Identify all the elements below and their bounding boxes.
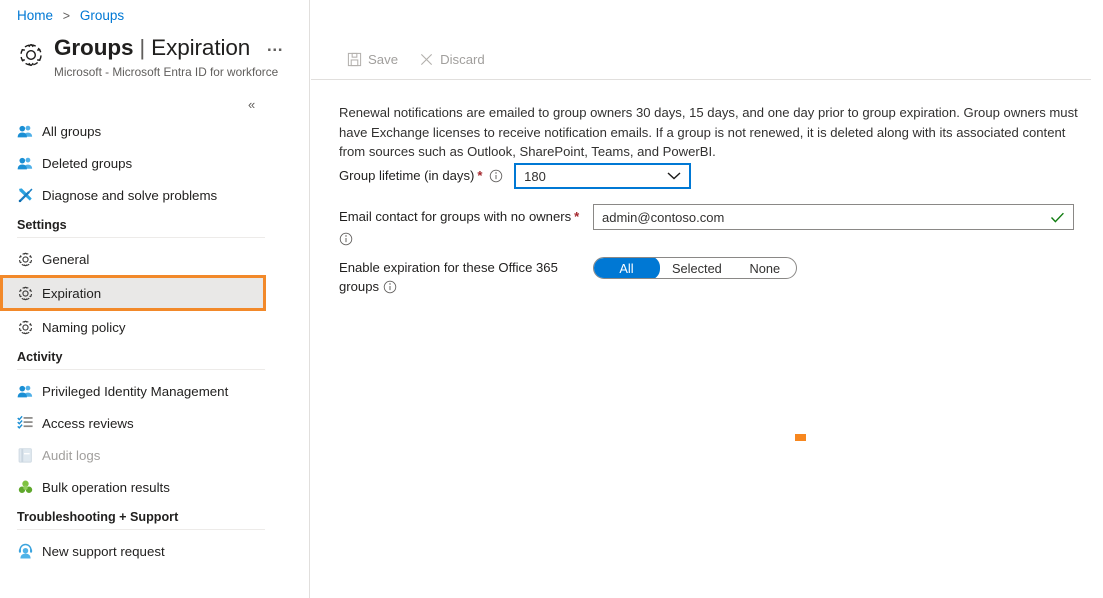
- close-x-icon: [419, 52, 434, 67]
- sidebar-item-label: Access reviews: [42, 415, 134, 431]
- gear-icon: [18, 252, 33, 266]
- divider: [17, 529, 265, 530]
- info-icon[interactable]: [339, 232, 353, 246]
- people-icon: [17, 385, 33, 397]
- sidebar-item-audit-logs: Audit logs: [0, 442, 310, 468]
- sidebar-item-expiration[interactable]: Expiration: [0, 275, 266, 311]
- divider: [17, 237, 265, 238]
- save-button-label: Save: [368, 52, 399, 67]
- choice-selected[interactable]: Selected: [660, 258, 734, 278]
- sidebar-item-label: Diagnose and solve problems: [42, 187, 218, 203]
- group-lifetime-value: 180: [524, 168, 546, 184]
- gear-icon: [17, 319, 34, 336]
- email-contact-input[interactable]: admin@contoso.com: [593, 204, 1074, 230]
- group-lifetime-dropdown[interactable]: 180: [514, 163, 692, 189]
- sidebar-item-access-reviews[interactable]: Access reviews: [0, 410, 310, 436]
- collapse-sidebar-button[interactable]: «: [243, 96, 260, 113]
- annotation-mark: [795, 434, 806, 441]
- sidebar-item-label: Audit logs: [42, 447, 101, 463]
- group-lifetime-label-text: Group lifetime (in days): [339, 168, 475, 183]
- people-icon: [17, 155, 34, 172]
- divider: [17, 369, 265, 370]
- gear-icon: [18, 320, 33, 334]
- save-disk-icon: [347, 52, 362, 67]
- checklist-icon: [17, 415, 34, 432]
- sidebar-item-label: New support request: [42, 543, 165, 559]
- sidebar-item-label: Naming policy: [42, 319, 126, 335]
- sidebar-item-bulk-operation-results[interactable]: Bulk operation results: [0, 474, 310, 500]
- sidebar-nav: All groups Deleted groups Diagnose and sol…: [0, 118, 310, 570]
- more-menu-button[interactable]: …: [266, 32, 284, 60]
- choice-none[interactable]: None: [734, 258, 796, 278]
- sidebar-item-label: Bulk operation results: [42, 479, 170, 495]
- info-icon[interactable]: [489, 169, 503, 183]
- enable-expiration-label: Enable expiration for these Office 365 g…: [339, 258, 589, 296]
- save-button[interactable]: Save: [340, 45, 405, 75]
- discard-button-label: Discard: [440, 52, 485, 67]
- sidebar-section-heading: Settings: [17, 218, 67, 232]
- checklist-icon: [17, 415, 33, 429]
- page-title-row: Groups | Expiration … Microsoft - Micros…: [16, 34, 284, 79]
- info-icon[interactable]: [383, 280, 397, 294]
- command-toolbar: Save Discard: [311, 40, 1091, 80]
- enable-expiration-choice-group: All Selected None: [593, 257, 797, 279]
- breadcrumb-groups[interactable]: Groups: [80, 8, 124, 23]
- description-text: Renewal notifications are emailed to gro…: [339, 105, 1078, 159]
- page-title-separator: |: [139, 35, 146, 60]
- enable-expiration-label-text: Enable expiration for these Office 365 g…: [339, 260, 558, 294]
- choice-all[interactable]: All: [593, 258, 660, 278]
- sidebar-item-general[interactable]: General: [0, 246, 310, 272]
- people-icon: [17, 123, 34, 140]
- gear-icon: [17, 251, 34, 268]
- azure-portal-blade: Home > Groups Groups | Expiration … Micr…: [0, 0, 1103, 598]
- book-icon: [18, 447, 32, 463]
- sidebar-item-new-support-request[interactable]: New support request: [0, 538, 310, 564]
- sidebar-item-all-groups[interactable]: All groups: [0, 118, 310, 144]
- breadcrumb-separator: >: [62, 9, 71, 23]
- page-title-part2: Expiration: [151, 35, 251, 60]
- gear-icon: [17, 285, 34, 302]
- blade-left-pane: Home > Groups Groups | Expiration … Micr…: [0, 0, 310, 598]
- wrench-screwdriver-icon: [18, 187, 33, 202]
- gear-icon: [20, 43, 42, 67]
- page-title: Groups | Expiration …: [54, 34, 284, 64]
- email-contact-label: Email contact for groups with no owners *: [339, 208, 591, 248]
- sidebar-item-diagnose-and-solve-problems[interactable]: Diagnose and solve problems: [0, 182, 310, 208]
- group-lifetime-row: Group lifetime (in days) * 180: [339, 163, 692, 189]
- clover-icon: [18, 480, 33, 493]
- people-icon: [17, 383, 34, 400]
- discard-button[interactable]: Discard: [412, 45, 492, 75]
- people-icon: [17, 157, 33, 169]
- support-person-icon: [17, 543, 34, 560]
- sidebar-item-naming-policy[interactable]: Naming policy: [0, 314, 310, 340]
- sidebar-item-label: Privileged Identity Management: [42, 383, 229, 399]
- group-lifetime-label: Group lifetime (in days) *: [339, 167, 503, 185]
- chevron-down-icon: [667, 172, 681, 181]
- page-subtitle: Microsoft - Microsoft Entra ID for workf…: [54, 65, 279, 79]
- email-contact-label-text: Email contact for groups with no owners: [339, 209, 572, 224]
- people-icon: [17, 125, 33, 137]
- blade-right-pane: Save Discard Renewal notifications are e…: [311, 0, 1103, 598]
- wrench-screwdriver-icon: [17, 187, 34, 204]
- required-marker: *: [477, 168, 483, 183]
- email-contact-value: admin@contoso.com: [602, 209, 725, 225]
- page-title-part1: Groups: [54, 35, 134, 60]
- sidebar-section-heading: Activity: [17, 350, 63, 364]
- sidebar-item-deleted-groups[interactable]: Deleted groups: [0, 150, 310, 176]
- sidebar-item-label: Deleted groups: [42, 155, 133, 171]
- sidebar-item-privileged-identity-management[interactable]: Privileged Identity Management: [0, 378, 310, 404]
- check-icon: [1050, 211, 1065, 224]
- breadcrumb: Home > Groups: [17, 8, 124, 23]
- breadcrumb-home[interactable]: Home: [17, 8, 53, 23]
- book-icon: [17, 447, 34, 464]
- sidebar-section-heading: Troubleshooting + Support: [17, 510, 179, 524]
- sidebar-item-label: General: [42, 251, 90, 267]
- clover-icon: [17, 479, 34, 496]
- sidebar-item-label: All groups: [42, 123, 102, 139]
- sidebar-item-label: Expiration: [42, 285, 102, 301]
- required-marker: *: [574, 209, 580, 224]
- support-person-icon: [18, 543, 33, 558]
- gear-icon: [18, 286, 33, 300]
